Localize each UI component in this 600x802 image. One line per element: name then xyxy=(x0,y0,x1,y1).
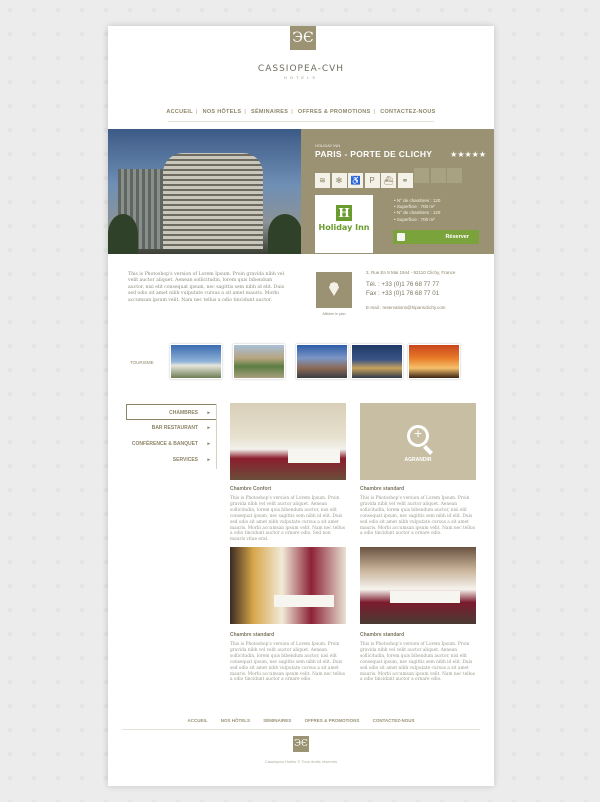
tourism-thumb-sacre-coeur[interactable] xyxy=(170,344,222,379)
footer-nav-offres[interactable]: OFFRES & PROMOTIONS xyxy=(299,718,366,723)
footer-nav-nos-hotels[interactable]: NOS HÔTELS xyxy=(215,718,256,723)
room-title[interactable]: Chambre standard xyxy=(360,486,404,492)
brand-logo-icon[interactable]: ЭЄ xyxy=(290,26,316,50)
spec-item: N° de chambres : 120 xyxy=(394,210,441,216)
footer-copyright: Cassiopea Hotels © Tous droits réservés xyxy=(264,759,338,764)
amenity-slot xyxy=(430,168,446,183)
hotel-specs: N° de chambres : 120 Superficie : 700 m²… xyxy=(394,198,441,223)
tourism-label: TOURISME xyxy=(130,360,154,365)
nav-contactez-nous[interactable]: CONTACTEZ-NOUS xyxy=(377,109,438,115)
amenity-slot xyxy=(414,168,429,183)
footer-divider xyxy=(122,729,480,730)
amenity-slot xyxy=(447,168,462,183)
nav-divider xyxy=(168,121,434,122)
room-photo[interactable] xyxy=(360,547,476,624)
map-caption[interactable]: Afficher le plan xyxy=(312,312,356,316)
arrow-right-icon: ▸ xyxy=(207,410,210,416)
contact-phones: Tél. : +33 (0)1 76 68 77 77 Fax : +33 (0… xyxy=(366,281,439,298)
menu-divider xyxy=(216,404,217,469)
restaurant-icon: ⚭ xyxy=(397,173,413,188)
room-photo-hover[interactable]: AGRANDIR xyxy=(360,403,476,480)
map-pin-icon xyxy=(329,282,339,296)
site-page: ЭЄ CASSIOPEA-CVH HOTELS ACCUEIL | NOS HÔT… xyxy=(108,26,494,786)
room-title[interactable]: Chambre Confort xyxy=(230,486,271,492)
map-button[interactable] xyxy=(316,272,352,308)
wheelchair-icon: ♿ xyxy=(348,173,363,188)
nav-seminaires[interactable]: SÉMINAIRES xyxy=(248,109,291,115)
arrow-right-icon: ▸ xyxy=(207,457,210,463)
snowflake-icon: ✻ xyxy=(331,173,347,188)
arrow-right-icon: ▸ xyxy=(207,425,210,431)
room-description: This is Photoshop's version of Lorem Ips… xyxy=(360,496,475,537)
holiday-inn-mark: H xyxy=(336,205,352,221)
hotel-info-panel: HOLIDAY INN PARIS - PORTE DE CLICHY ★★★★… xyxy=(301,129,494,254)
nav-nos-hotels[interactable]: NOS HÔTELS xyxy=(200,109,245,115)
room-description: This is Photoshop's version of Lorem Ips… xyxy=(360,642,475,683)
room-photo[interactable] xyxy=(230,547,346,624)
room-category-menu: CHAMBRES ▸ BAR RESTAURANT ▸ CONFÉRENCE & B… xyxy=(126,404,216,468)
amenities-row: ≋ ✻ ♿ P ⛴ ⚭ xyxy=(315,168,464,188)
menu-chambres[interactable]: CHAMBRES ▸ xyxy=(126,404,216,420)
pool-icon: ⛴ xyxy=(381,173,396,188)
holiday-inn-logo: H Holiday Inn xyxy=(315,195,373,253)
brand-name: CASSIOPEA-CVH xyxy=(257,64,345,74)
parking-icon: P xyxy=(364,173,380,188)
footer-nav-contact[interactable]: CONTACTEZ-NOUS xyxy=(367,718,421,723)
footer-nav: ACCUEIL NOS HÔTELS SÉMINAIRES OFFRES & P… xyxy=(108,718,494,723)
menu-services[interactable]: SERVICES ▸ xyxy=(126,452,216,468)
reserve-label: Réserver xyxy=(445,234,469,240)
phone-number: Tél. : +33 (0)1 76 68 77 77 xyxy=(366,281,440,288)
footer-nav-accueil[interactable]: ACCUEIL xyxy=(181,718,213,723)
reserve-button[interactable]: Réserver xyxy=(393,230,479,244)
zoom-icon xyxy=(407,425,429,447)
spec-item: Superficie : 700 m² xyxy=(394,217,440,223)
star-rating: ★★★★★ xyxy=(450,150,486,159)
holiday-inn-wordmark: Holiday Inn xyxy=(318,223,370,232)
tourism-thumb-versailles[interactable] xyxy=(233,344,285,379)
nav-accueil[interactable]: ACCUEIL xyxy=(163,109,196,115)
tourism-thumb-eiffel[interactable] xyxy=(408,344,460,379)
menu-bar-restaurant[interactable]: BAR RESTAURANT ▸ xyxy=(126,420,216,436)
hotel-photo xyxy=(108,129,301,254)
hotel-description: This is Photoshop's version of Lorem Ips… xyxy=(128,272,285,303)
room-description: This is Photoshop's version of Lorem Ips… xyxy=(230,642,345,683)
hotel-title: PARIS - PORTE DE CLICHY xyxy=(315,149,433,159)
calendar-icon xyxy=(397,233,405,241)
menu-conference-banquet[interactable]: CONFÉRENCE & BANQUET ▸ xyxy=(126,436,216,452)
room-photo[interactable] xyxy=(230,403,346,480)
tourism-thumb-louvre[interactable] xyxy=(351,344,403,379)
fax-number: Fax : +33 (0)1 76 68 77 01 xyxy=(366,289,440,297)
footer-nav-seminaires[interactable]: SÉMINAIRES xyxy=(257,718,297,723)
tourism-thumb-notre-dame[interactable] xyxy=(296,344,348,379)
nav-offres-promotions[interactable]: OFFRES & PROMOTIONS xyxy=(295,109,374,115)
contact-email[interactable]: E-mail : reservations@hiparisclichy.com xyxy=(366,305,446,310)
room-title[interactable]: Chambre standard xyxy=(230,632,274,638)
arrow-right-icon: ▸ xyxy=(207,441,210,447)
room-title[interactable]: Chambre standard xyxy=(360,632,404,638)
hotel-address: 3, Rue En 8 Mai 1944 - 92110 Clichy, Fra… xyxy=(366,270,456,275)
wifi-icon: ≋ xyxy=(315,173,330,188)
room-description: This is Photoshop's version of Lorem Ips… xyxy=(230,496,345,543)
brand-subtitle: HOTELS xyxy=(283,75,318,80)
zoom-label: AGRANDIR xyxy=(404,457,432,463)
hotel-brand-label: HOLIDAY INN xyxy=(315,143,341,148)
footer-logo-icon[interactable]: ЭЄ xyxy=(293,736,309,752)
main-nav: ACCUEIL | NOS HÔTELS | SÉMINAIRES | OFFRES … xyxy=(108,109,494,115)
